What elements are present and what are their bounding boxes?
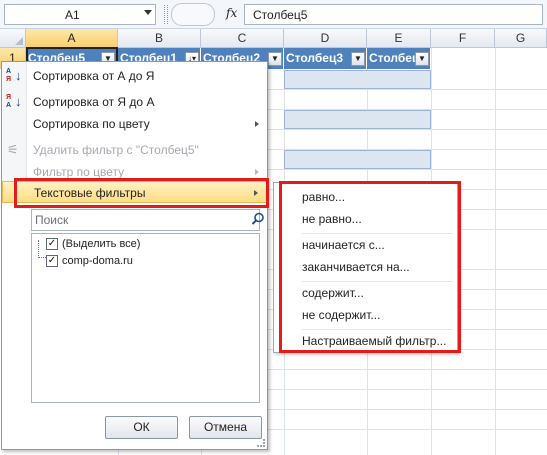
submenu-arrow-icon <box>255 169 259 175</box>
value-list: ✓ (Выделить все) ✓ comp-doma.ru <box>31 233 260 403</box>
column-header-e[interactable]: E <box>367 29 431 48</box>
list-item-label: comp-doma.ru <box>62 255 133 267</box>
clear-filter[interactable]: ⚟ Удалить фильтр с "Столбец5" <box>2 139 267 161</box>
menu-item-label: Сортировка от А до Я <box>33 69 155 83</box>
list-item[interactable]: ✓ comp-doma.ru <box>46 253 133 269</box>
sort-by-color[interactable]: Сортировка по цвету <box>2 113 267 135</box>
menu-item-label: Удалить фильтр с "Столбец5" <box>33 143 199 157</box>
column-header-b[interactable]: B <box>118 29 201 48</box>
ok-button[interactable]: ОК <box>105 416 178 439</box>
column-header-d[interactable]: D <box>284 29 367 48</box>
autofilter-menu: А Я ↓ Сортировка от А до Я Я А ↓ Сортировка … <box>1 61 268 450</box>
filter-dropdown-button[interactable]: ▼ <box>268 52 282 66</box>
select-all-corner[interactable] <box>0 29 26 48</box>
select-all-item[interactable]: ✓ (Выделить все) <box>46 236 140 252</box>
annotation-highlight-box <box>14 178 269 208</box>
cancel-button[interactable]: Отмена <box>189 416 262 439</box>
sort-descending-icon: Я А ↓ <box>6 94 22 109</box>
submenu-arrow-icon <box>255 121 259 127</box>
search-placeholder: Поиск <box>35 213 69 227</box>
clear-filter-icon: ⚟ <box>7 142 19 157</box>
table-band-row <box>284 70 431 89</box>
filter-dropdown-button[interactable]: ▼ <box>351 52 365 66</box>
list-item-label: (Выделить все) <box>62 238 141 250</box>
insert-function-icon[interactable]: fx <box>226 6 237 20</box>
formula-content: Столбец5 <box>253 8 308 22</box>
formula-bar-expand-handle[interactable] <box>171 3 215 26</box>
search-icon <box>251 212 264 225</box>
formula-input[interactable]: Столбец5 <box>244 4 543 25</box>
column-header-f[interactable]: F <box>431 29 495 48</box>
formula-bar: A1 fx Столбец5 <box>0 0 547 29</box>
checkbox-checked[interactable]: ✓ <box>46 255 58 267</box>
table-band-row <box>284 150 431 169</box>
search-input[interactable]: Поиск <box>31 209 264 231</box>
menu-item-label: Фильтр по цвету <box>33 165 125 179</box>
tree-connector <box>38 240 46 258</box>
table-band-row <box>284 110 431 129</box>
cell-reference: A1 <box>65 8 80 22</box>
annotation-highlight-box <box>279 181 461 353</box>
name-box[interactable]: A1 <box>4 4 156 25</box>
menu-item-label: Сортировка по цвету <box>33 117 150 131</box>
menu-item-label: Сортировка от Я до А <box>33 95 155 109</box>
column-header-c[interactable]: C <box>201 29 284 48</box>
checkbox-checked[interactable]: ✓ <box>46 238 58 250</box>
sort-z-to-a[interactable]: Я А ↓ Сортировка от Я до А <box>2 91 267 113</box>
column-header-a[interactable]: A <box>26 29 118 48</box>
sort-ascending-icon: А Я ↓ <box>6 68 22 83</box>
sort-a-to-z[interactable]: А Я ↓ Сортировка от А до Я <box>2 65 267 87</box>
column-header-g[interactable]: G <box>495 29 547 48</box>
chevron-down-icon[interactable] <box>144 10 152 15</box>
resize-grip[interactable] <box>257 439 265 447</box>
filter-dropdown-button[interactable]: ▼ <box>415 52 429 66</box>
formula-bar-divider <box>164 5 168 24</box>
